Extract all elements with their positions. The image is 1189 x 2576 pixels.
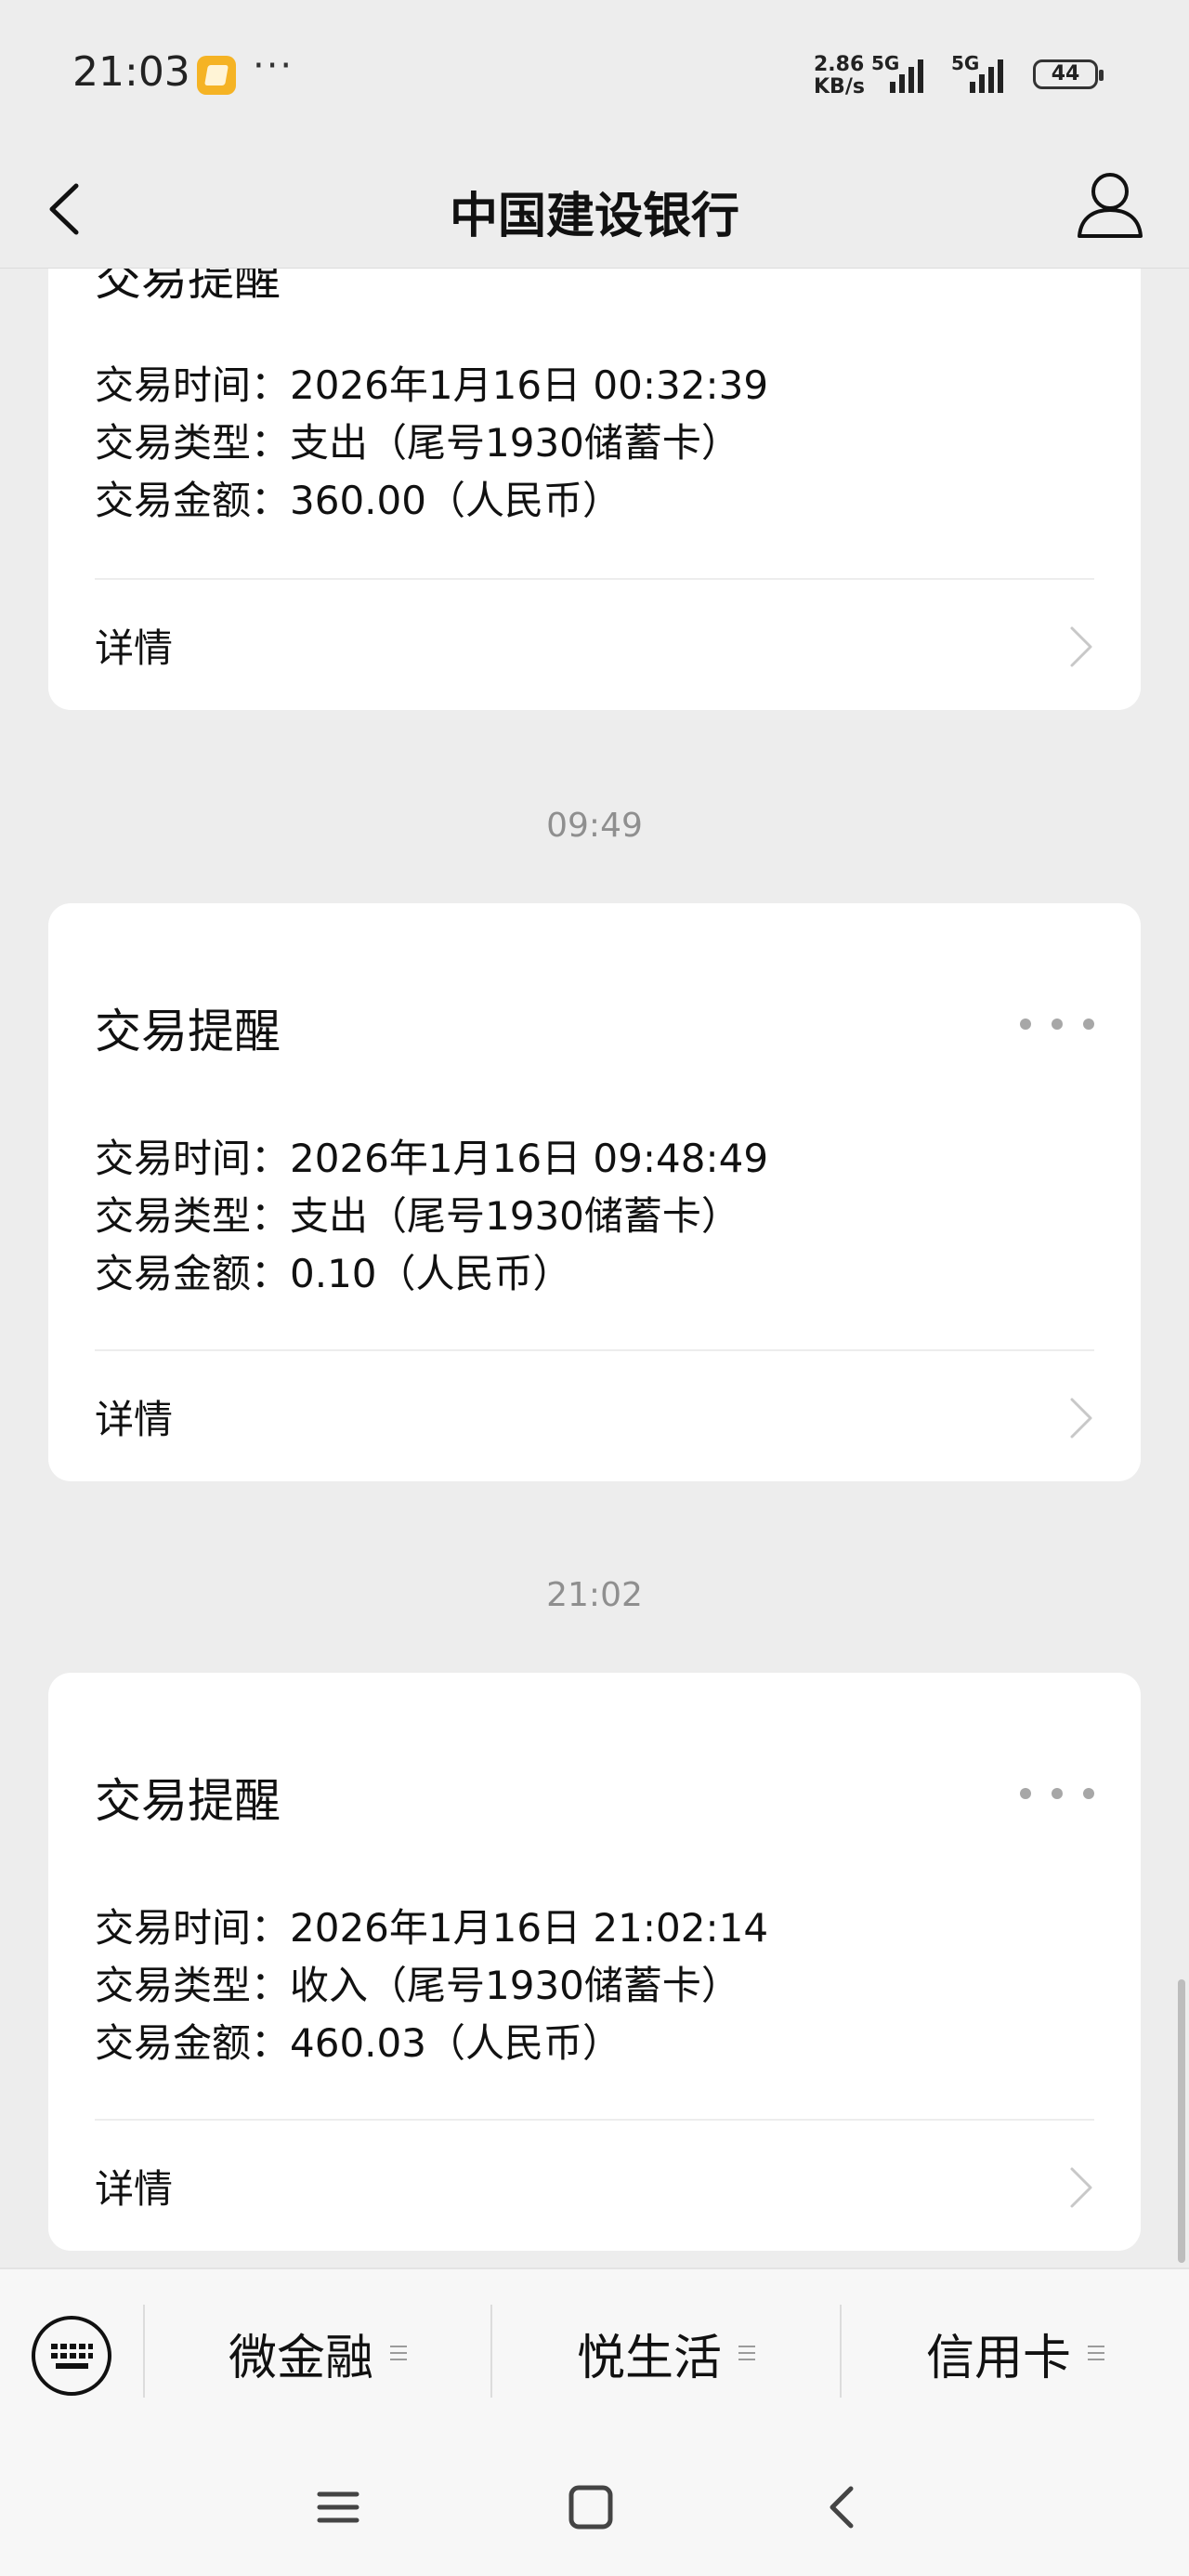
menu-item-label: 悦生活 [576, 2330, 722, 2386]
row-value: 2026年1月16日 09:48:49 [290, 1136, 769, 1181]
back-triangle-icon[interactable] [816, 2479, 871, 2535]
row-value: 0.10（人民币） [290, 1251, 572, 1296]
row-amount: 交易金额：460.03（人民币） [95, 2015, 768, 2072]
profile-icon [1078, 173, 1143, 238]
row-value: 2026年1月16日 00:32:39 [290, 362, 769, 408]
row-type: 交易类型：支出（尾号1930储蓄卡） [95, 414, 768, 472]
more-options-icon[interactable] [1020, 1775, 1094, 1812]
menu-lines-icon [390, 2346, 407, 2360]
row-label: 交易类型： [95, 1963, 291, 2008]
card-rows: 交易时间：2026年1月16日 00:32:39 交易类型：支出（尾号1930储… [95, 357, 768, 530]
card-rows: 交易时间：2026年1月16日 21:02:14 交易类型：收入（尾号1930储… [95, 1899, 768, 2072]
menu-lines-icon [738, 2346, 755, 2360]
row-label: 交易类型： [95, 420, 291, 466]
network-speed-value: 2.86 [814, 53, 865, 76]
system-nav-bar [0, 2433, 1189, 2576]
detail-link[interactable]: 详情 [95, 2158, 173, 2215]
card-divider [95, 578, 1094, 580]
message-card: 交易提醒 交易时间：2026年1月16日 21:02:14 交易类型：收入（尾号… [48, 1673, 1141, 2251]
message-timestamp: 21:02 [546, 1576, 643, 1614]
network-speed: 2.86 KB/s [814, 54, 865, 99]
page-title: 中国建设银行 [449, 189, 739, 244]
message-card: 交易提醒 交易时间：2026年1月16日 09:48:49 交易类型：支出（尾号… [48, 903, 1141, 1481]
battery-level: 44 [1051, 62, 1080, 85]
row-value: 360.00（人民币） [290, 478, 621, 523]
more-dots-icon: ··· [253, 45, 294, 87]
message-timestamp: 09:49 [546, 807, 643, 845]
app-notification-icon [197, 56, 236, 95]
network-speed-unit: KB/s [814, 75, 865, 99]
card-title: 交易提醒 [95, 1774, 281, 1828]
row-time: 交易时间：2026年1月16日 00:32:39 [95, 357, 768, 414]
menu-item-life[interactable]: 悦生活 [492, 2314, 840, 2392]
detail-link[interactable]: 详情 [95, 617, 173, 674]
menu-item-label: 微金融 [228, 2330, 373, 2386]
row-amount: 交易金额：0.10（人民币） [95, 1245, 768, 1303]
status-bar: 21:03 ··· 2.86 KB/s 5G 5G 44 [0, 0, 1189, 149]
profile-button[interactable] [1068, 162, 1152, 245]
message-card-partial: 交易提醒 交易时间：2026年1月16日 00:32:39 交易类型：支出（尾号… [48, 223, 1141, 710]
detail-link[interactable]: 详情 [95, 1388, 173, 1445]
signal-icon [970, 56, 1003, 93]
chevron-right-icon[interactable] [1065, 623, 1096, 671]
menu-item-label: 信用卡 [925, 2330, 1071, 2386]
card-title: 交易提醒 [95, 1005, 281, 1058]
signal-icon [890, 56, 923, 93]
more-options-icon[interactable] [1020, 1005, 1094, 1043]
row-label: 交易类型： [95, 1193, 291, 1239]
menu-lines-icon [1088, 2346, 1104, 2360]
row-time: 交易时间：2026年1月16日 09:48:49 [95, 1130, 768, 1188]
row-type: 交易类型：收入（尾号1930储蓄卡） [95, 1957, 768, 2015]
row-label: 交易时间： [95, 362, 291, 408]
card-divider [95, 1349, 1094, 1351]
row-time: 交易时间：2026年1月16日 21:02:14 [95, 1899, 768, 1957]
row-label: 交易时间： [95, 1136, 291, 1181]
row-value: 2026年1月16日 21:02:14 [290, 1905, 769, 1951]
menu-item-credit-card[interactable]: 信用卡 [842, 2314, 1189, 2392]
row-label: 交易金额： [95, 1251, 291, 1296]
row-label: 交易金额： [95, 2020, 291, 2066]
keyboard-toggle-button[interactable] [32, 2316, 111, 2396]
row-value: 460.03（人民币） [290, 2020, 621, 2066]
header: 中国建设银行 [0, 149, 1189, 269]
row-type: 交易类型：支出（尾号1930储蓄卡） [95, 1188, 768, 1245]
menu-icon[interactable] [310, 2479, 366, 2535]
home-square-icon[interactable] [563, 2479, 619, 2535]
row-label: 交易金额： [95, 478, 291, 523]
status-time: 21:03 [72, 48, 190, 96]
bottom-menu: 微金融 悦生活 信用卡 [0, 2267, 1189, 2435]
chevron-right-icon[interactable] [1065, 1394, 1096, 1442]
menu-item-micro-finance[interactable]: 微金融 [145, 2314, 490, 2392]
keyboard-icon [51, 2344, 93, 2369]
row-amount: 交易金额：360.00（人民币） [95, 472, 768, 530]
card-divider [95, 2119, 1094, 2121]
row-value: 收入（尾号1930储蓄卡） [290, 1963, 740, 2008]
battery-icon: 44 [1033, 59, 1104, 89]
row-label: 交易时间： [95, 1905, 291, 1951]
row-value: 支出（尾号1930储蓄卡） [290, 420, 740, 466]
row-value: 支出（尾号1930储蓄卡） [290, 1193, 740, 1239]
chevron-right-icon[interactable] [1065, 2163, 1096, 2212]
card-rows: 交易时间：2026年1月16日 09:48:49 交易类型：支出（尾号1930储… [95, 1130, 768, 1303]
scrollbar[interactable] [1178, 1979, 1185, 2263]
